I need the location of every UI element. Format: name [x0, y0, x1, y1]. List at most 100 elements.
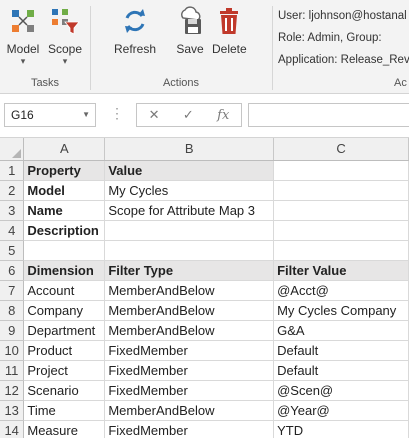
row-header[interactable]: 3 [0, 200, 25, 221]
table-row: 13 Time MemberAndBelow @Year@ [0, 400, 409, 421]
cell-b1[interactable]: Value [104, 160, 275, 181]
cell-a7[interactable]: Account [23, 280, 106, 301]
cell-a3[interactable]: Name [23, 200, 106, 221]
row-header[interactable]: 2 [0, 180, 25, 201]
cell-b4[interactable] [104, 220, 275, 241]
cell-b2[interactable]: My Cycles [104, 180, 275, 201]
refresh-icon [118, 4, 152, 38]
cell-a13[interactable]: Time [23, 400, 106, 421]
row-header[interactable]: 6 [0, 260, 25, 281]
cell-c3[interactable] [273, 200, 409, 221]
cell-c10[interactable]: Default [273, 340, 409, 361]
cell-a11[interactable]: Project [23, 360, 106, 381]
cell-a2[interactable]: Model [23, 180, 106, 201]
cell-b5[interactable] [104, 240, 275, 261]
chevron-down-icon: ▾ [20, 56, 26, 66]
group-divider [272, 6, 273, 90]
scope-button-label: Scope [48, 42, 83, 56]
row-header[interactable]: 5 [0, 240, 25, 261]
cell-c6[interactable]: Filter Value [273, 260, 409, 281]
ribbon: Model ▾ Scope ▾ Tasks Refresh Save Delet… [0, 0, 409, 94]
delete-button[interactable]: Delete [212, 2, 247, 72]
formula-bar-grip-icon[interactable]: ⋮ [110, 105, 124, 122]
cell-c11[interactable]: Default [273, 360, 409, 381]
account-group-label: Ac [394, 77, 407, 89]
cell-b6[interactable]: Filter Type [104, 260, 275, 281]
user-info: User: ljohnson@hostanal [278, 10, 407, 22]
row-header[interactable]: 7 [0, 280, 25, 301]
cell-a9[interactable]: Department [23, 320, 106, 341]
row-header[interactable]: 12 [0, 380, 25, 401]
cell-a14[interactable]: Measure [23, 420, 106, 438]
refresh-button[interactable]: Refresh [114, 2, 156, 72]
cell-c13[interactable]: @Year@ [273, 400, 409, 421]
cell-c9[interactable]: G&A [273, 320, 409, 341]
table-row: 11 Project FixedMember Default [0, 360, 409, 381]
table-row: 4 Description [0, 220, 409, 241]
cell-b12[interactable]: FixedMember [104, 380, 275, 401]
tasks-group-label: Tasks [30, 77, 60, 89]
cancel-icon[interactable]: ✕ [149, 107, 160, 123]
actions-group-label: Actions [162, 77, 200, 89]
row-header[interactable]: 14 [0, 420, 25, 438]
insert-function-icon[interactable]: fx [217, 108, 229, 123]
name-box[interactable]: G16 ▼ [4, 103, 96, 127]
row-header[interactable]: 1 [0, 160, 25, 181]
scope-filter-icon [48, 4, 82, 38]
row-header[interactable]: 10 [0, 340, 25, 361]
save-button-label: Save [176, 42, 204, 56]
save-button[interactable]: Save [173, 2, 207, 72]
trash-icon [212, 4, 246, 38]
chevron-down-icon: ▾ [62, 56, 68, 66]
table-row: 5 [0, 240, 409, 261]
cell-c4[interactable] [273, 220, 409, 241]
cell-b11[interactable]: FixedMember [104, 360, 275, 381]
cell-c2[interactable] [273, 180, 409, 201]
enter-icon[interactable]: ✓ [183, 107, 194, 123]
cell-c8[interactable]: My Cycles Company [273, 300, 409, 321]
cell-b9[interactable]: MemberAndBelow [104, 320, 275, 341]
column-header-b[interactable]: B [104, 138, 275, 161]
cell-a6[interactable]: Dimension [23, 260, 106, 281]
cell-c1[interactable] [273, 160, 409, 181]
select-all-corner[interactable] [0, 138, 25, 161]
formula-controls: ✕ ✓ fx [136, 103, 242, 127]
cell-a8[interactable]: Company [23, 300, 106, 321]
cell-b8[interactable]: MemberAndBelow [104, 300, 275, 321]
row-header[interactable]: 8 [0, 300, 25, 321]
row-header[interactable]: 13 [0, 400, 25, 421]
row-header[interactable]: 4 [0, 220, 25, 241]
cell-a12[interactable]: Scenario [23, 380, 106, 401]
scope-button[interactable]: Scope ▾ [48, 2, 82, 72]
formula-bar: G16 ▼ ⋮ ✕ ✓ fx [0, 94, 409, 138]
column-header-a[interactable]: A [23, 138, 106, 161]
cell-b10[interactable]: FixedMember [104, 340, 275, 361]
cell-a1[interactable]: Property [23, 160, 106, 181]
cell-c12[interactable]: @Scen@ [273, 380, 409, 401]
chevron-down-icon[interactable]: ▼ [82, 110, 90, 119]
formula-input[interactable] [248, 103, 409, 127]
refresh-button-label: Refresh [114, 42, 157, 56]
application-info: Application: Release_Rev [278, 54, 409, 66]
table-row: 8 Company MemberAndBelow My Cycles Company [0, 300, 409, 321]
cell-c7[interactable]: @Acct@ [273, 280, 409, 301]
sheet-table: A B C 1 Property Value 2 Model My Cycles 3 Name… [0, 138, 409, 438]
table-row: 10 Product FixedMember Default [0, 340, 409, 361]
cell-c5[interactable] [273, 240, 409, 261]
cell-a4[interactable]: Description [23, 220, 106, 241]
model-button[interactable]: Model ▾ [6, 2, 40, 72]
table-row: 9 Department MemberAndBelow G&A [0, 320, 409, 341]
cell-b13[interactable]: MemberAndBelow [104, 400, 275, 421]
cell-b14[interactable]: FixedMember [104, 420, 275, 438]
model-icon [6, 4, 40, 38]
spreadsheet-grid: A B C 1 Property Value 2 Model My Cycles 3 Name… [0, 138, 409, 438]
delete-button-label: Delete [212, 42, 247, 56]
cell-a10[interactable]: Product [23, 340, 106, 361]
column-header-c[interactable]: C [273, 138, 409, 161]
row-header[interactable]: 9 [0, 320, 25, 341]
cell-b7[interactable]: MemberAndBelow [104, 280, 275, 301]
cell-c14[interactable]: YTD [273, 420, 409, 438]
cell-b3[interactable]: Scope for Attribute Map 3 [104, 200, 275, 221]
row-header[interactable]: 11 [0, 360, 25, 381]
cell-a5[interactable] [23, 240, 106, 261]
